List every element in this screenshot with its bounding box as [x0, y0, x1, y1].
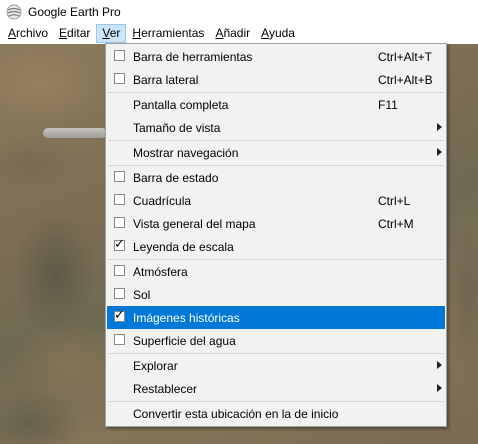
checkbox-icon: [114, 217, 125, 228]
checkbox-icon: [114, 50, 125, 61]
menu-editar-label: ditar: [67, 26, 91, 40]
menu-item-label: Atmósfera: [133, 264, 188, 279]
menu-item-label: Cuadrícula: [133, 193, 192, 208]
menu-item-barra-de-herramientas[interactable]: Barra de herramientas Ctrl+Alt+T: [107, 45, 445, 68]
menu-item-mostrar-navegacion[interactable]: Mostrar navegación: [107, 141, 445, 164]
menu-item-vista-general-del-mapa[interactable]: Vista general del mapa Ctrl+M: [107, 212, 445, 235]
menu-item-label: Barra lateral: [133, 72, 199, 87]
checkbox-icon: [114, 334, 125, 345]
menu-item-tamano-de-vista[interactable]: Tamaño de vista: [107, 116, 445, 139]
menu-item-shortcut: Ctrl+L: [378, 193, 411, 208]
checkbox-icon: [114, 194, 125, 205]
menu-item-label: Barra de herramientas: [133, 49, 253, 64]
menu-herramientas-mnemonic: H: [132, 26, 142, 40]
menu-item-label: Superficie del agua: [133, 333, 236, 348]
checkmark-icon: ✓: [114, 308, 125, 323]
menu-archivo-label: rchivo: [16, 26, 49, 40]
chevron-right-icon: [437, 123, 442, 131]
menu-item-label: Sol: [133, 287, 151, 302]
checkbox-icon: [114, 171, 125, 182]
menu-herramientas[interactable]: Herramientas: [127, 24, 209, 43]
title-bar: Google Earth Pro: [0, 0, 478, 23]
chevron-right-icon: [437, 361, 442, 369]
menu-item-label: Leyenda de escala: [133, 239, 234, 254]
menu-herramientas-label: erramientas: [141, 26, 205, 40]
menu-item-imagenes-historicas[interactable]: ✓ Imágenes históricas: [107, 306, 445, 329]
checkbox-icon: [114, 288, 125, 299]
menu-item-restablecer[interactable]: Restablecer: [107, 377, 445, 400]
checkbox-icon: ✓: [114, 237, 125, 252]
navigation-control[interactable]: [43, 128, 107, 138]
menu-ver-label: er: [109, 26, 121, 40]
checkbox-icon: [114, 73, 125, 84]
menu-item-label: Restablecer: [133, 381, 198, 396]
window-title: Google Earth Pro: [28, 4, 121, 19]
menu-item-label: Imágenes históricas: [133, 310, 240, 325]
menu-item-label: Vista general del mapa: [133, 216, 256, 231]
chevron-right-icon: [437, 384, 442, 392]
checkbox-icon: ✓: [114, 308, 125, 323]
menu-ayuda[interactable]: Ayuda: [256, 24, 300, 43]
menu-anadir[interactable]: Añadir: [210, 24, 255, 43]
menu-editar-mnemonic: E: [59, 26, 68, 40]
menu-ayuda-label: yuda: [268, 26, 295, 40]
google-earth-icon: [6, 4, 22, 19]
menu-item-superficie-del-agua[interactable]: Superficie del agua: [107, 329, 445, 352]
menu-item-shortcut: F11: [378, 97, 398, 112]
view-menu-dropdown: Barra de herramientas Ctrl+Alt+T Barra l…: [105, 43, 447, 427]
menu-ver-mnemonic: V: [102, 26, 110, 40]
menu-anadir-label: ñadir: [223, 26, 251, 40]
checkbox-icon: [114, 265, 125, 276]
menu-item-label: Mostrar navegación: [133, 145, 239, 160]
menu-item-label: Convertir esta ubicación en la de inicio: [133, 406, 339, 421]
menu-archivo[interactable]: Archivo: [3, 24, 53, 43]
menu-item-leyenda-de-escala[interactable]: ✓ Leyenda de escala: [107, 235, 445, 258]
menu-bar: Archivo Editar Ver Herramientas Añadir A…: [0, 23, 478, 44]
menu-item-label: Explorar: [133, 358, 178, 373]
menu-item-shortcut: Ctrl+Alt+T: [378, 49, 433, 64]
menu-item-barra-de-estado[interactable]: Barra de estado: [107, 166, 445, 189]
menu-item-shortcut: Ctrl+Alt+B: [378, 72, 433, 87]
menu-item-cuadricula[interactable]: Cuadrícula Ctrl+L: [107, 189, 445, 212]
checkmark-icon: ✓: [114, 237, 125, 252]
menu-item-convertir-ubicacion-inicio[interactable]: Convertir esta ubicación en la de inicio: [107, 402, 445, 425]
menu-archivo-mnemonic: A: [8, 26, 17, 40]
menu-editar[interactable]: Editar: [54, 24, 95, 43]
menu-ayuda-mnemonic: A: [261, 26, 269, 40]
menu-item-label: Tamaño de vista: [133, 120, 221, 135]
chevron-right-icon: [437, 148, 442, 156]
menu-item-atmosfera[interactable]: Atmósfera: [107, 260, 445, 283]
menu-item-shortcut: Ctrl+M: [378, 216, 414, 231]
menu-item-sol[interactable]: Sol: [107, 283, 445, 306]
menu-item-label: Barra de estado: [133, 170, 219, 185]
menu-item-barra-lateral[interactable]: Barra lateral Ctrl+Alt+B: [107, 68, 445, 91]
menu-item-pantalla-completa[interactable]: Pantalla completa F11: [107, 93, 445, 116]
menu-ver[interactable]: Ver: [96, 24, 127, 43]
menu-item-explorar[interactable]: Explorar: [107, 354, 445, 377]
menu-item-label: Pantalla completa: [133, 97, 229, 112]
